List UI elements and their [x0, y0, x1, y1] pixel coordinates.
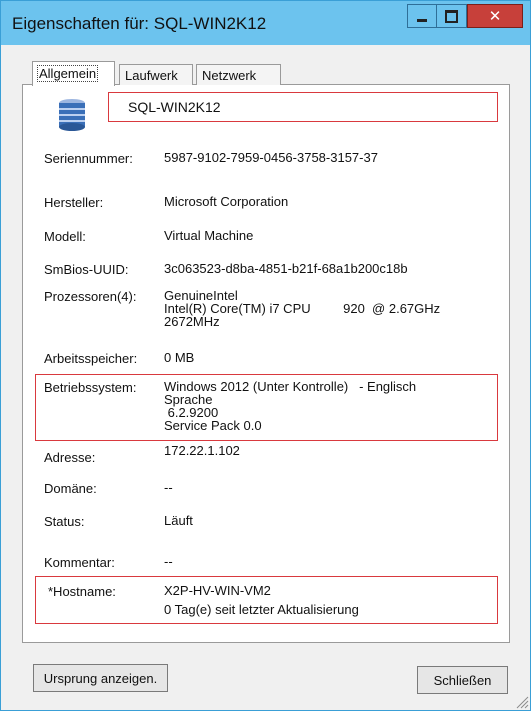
- show-origin-button[interactable]: Ursprung anzeigen.: [33, 664, 168, 692]
- hostname-label: *Hostname:: [48, 584, 116, 599]
- serial-value: 5987-9102-7959-0456-3758-3157-37: [164, 150, 378, 165]
- domain-label: Domäne:: [44, 481, 97, 496]
- memory-label: Arbeitsspeicher:: [44, 351, 138, 366]
- close-window-button[interactable]: ✕: [467, 4, 523, 28]
- tab-netzwerk[interactable]: Netzwerk: [196, 64, 281, 85]
- minimize-button[interactable]: [407, 4, 437, 28]
- smbios-label: SmBios-UUID:: [44, 262, 129, 277]
- close-button[interactable]: Schließen: [417, 666, 508, 694]
- os-label: Betriebssystem:: [44, 380, 137, 395]
- maximize-icon: [445, 9, 458, 23]
- memory-value: 0 MB: [164, 350, 195, 365]
- os-value: Windows 2012 (Unter Kontrolle) - Englisc…: [164, 379, 417, 433]
- last-update-value: 0 Tag(e) seit letzter Aktualisierung: [164, 602, 359, 617]
- window-title: Eigenschaften für: SQL-WIN2K12: [12, 14, 267, 33]
- maximize-button[interactable]: [437, 4, 467, 28]
- tab-laufwerk[interactable]: Laufwerk: [119, 64, 193, 85]
- resize-grip-icon[interactable]: [515, 695, 529, 709]
- smbios-value: 3c063523-d8ba-4851-b21f-68a1b200c18b: [164, 261, 408, 276]
- status-label: Status:: [44, 514, 85, 529]
- domain-value: --: [164, 480, 173, 495]
- comment-value: --: [164, 554, 173, 569]
- close-icon: ✕: [488, 7, 502, 25]
- model-value: Virtual Machine: [164, 228, 254, 243]
- hostname-value: X2P-HV-WIN-VM2: [164, 583, 271, 598]
- manufacturer-value: Microsoft Corporation: [164, 194, 289, 209]
- address-label: Adresse:: [44, 450, 96, 465]
- tab-allgemein[interactable]: Allgemein: [32, 61, 115, 86]
- comment-label: Kommentar:: [44, 555, 115, 570]
- manufacturer-label: Hersteller:: [44, 195, 104, 210]
- computer-name: SQL-WIN2K12: [128, 99, 221, 115]
- title-bar[interactable]: Eigenschaften für: SQL-WIN2K12 ✕: [1, 1, 530, 45]
- cpu-value: GenuineIntel Intel(R) Core(TM) i7 CPU 92…: [164, 288, 441, 329]
- minimize-icon: [417, 18, 427, 22]
- model-label: Modell:: [44, 229, 86, 244]
- server-icon: [59, 99, 85, 131]
- serial-label: Seriennummer:: [44, 151, 133, 166]
- status-value: Läuft: [164, 513, 193, 528]
- cpu-label: Prozessoren(4):: [44, 289, 137, 304]
- address-value: 172.22.1.102: [164, 443, 240, 458]
